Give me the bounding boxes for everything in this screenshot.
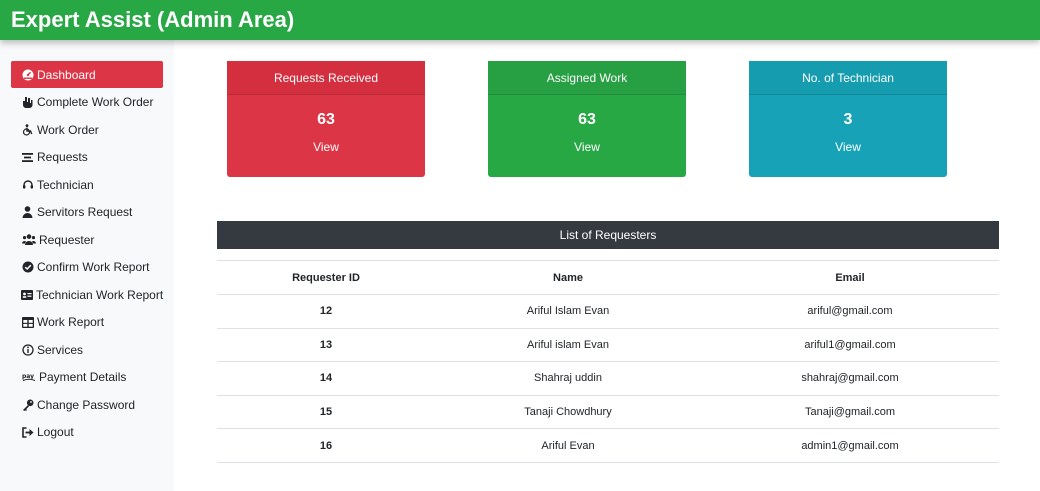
requester-email-cell: ariful1@gmail.com bbox=[701, 328, 999, 363]
requests-received-card: Requests Received 63 View bbox=[227, 61, 425, 177]
sidebar-item-label: Servitors Request bbox=[37, 205, 133, 219]
sidebar-item-work-report[interactable]: Work Report bbox=[11, 309, 163, 336]
requester-name-cell: Ariful islam Evan bbox=[435, 328, 701, 363]
sidebar-item-label: Technician Work Report bbox=[36, 287, 164, 302]
sidebar-item-services[interactable]: Services bbox=[11, 336, 163, 363]
brand-title[interactable]: Expert Assist (Admin Area) bbox=[11, 6, 294, 34]
sidebar-item-label: Logout bbox=[37, 425, 74, 439]
sidebar-item-label: Payment Details bbox=[39, 370, 127, 384]
requester-id-cell: 16 bbox=[217, 428, 435, 463]
requester-email-cell: admin1@gmail.com bbox=[701, 428, 999, 463]
assigned-work-card: Assigned Work 63 View bbox=[488, 61, 686, 177]
requester-email-cell: Tanaji@gmail.com bbox=[701, 395, 999, 430]
sidebar-item-logout[interactable]: Logout bbox=[11, 419, 163, 446]
sidebar-item-label: Technician bbox=[37, 177, 94, 192]
info-circle-icon bbox=[21, 343, 34, 356]
table-header-row: Requester ID Name Email bbox=[217, 260, 999, 295]
sidebar-item-complete-work-order[interactable]: Complete Work Order bbox=[11, 89, 163, 116]
sidebar-item-label: Change Password bbox=[37, 397, 136, 412]
sidebar-item-change-password[interactable]: Change Password bbox=[11, 391, 163, 418]
sidebar-item-label: Complete Work Order bbox=[37, 95, 154, 109]
card-view-link[interactable]: View bbox=[749, 139, 947, 155]
column-header: Email bbox=[701, 260, 999, 295]
sidebar-item-technician[interactable]: Technician bbox=[11, 171, 163, 198]
key-icon bbox=[21, 398, 34, 411]
sidebar-item-label: Dashboard bbox=[37, 67, 96, 82]
card-count: 3 bbox=[843, 111, 853, 128]
hand-icon bbox=[21, 96, 34, 109]
requesters-table: Requester ID Name Email 12 Ariful Islam … bbox=[217, 260, 999, 463]
sidebar-item-label: Work Order bbox=[37, 122, 99, 137]
list-icon bbox=[21, 151, 34, 164]
requester-email-cell: shahraj@gmail.com bbox=[701, 361, 999, 396]
sidebar-item-work-order[interactable]: Work Order bbox=[11, 116, 163, 143]
check-circle-icon bbox=[21, 261, 34, 274]
table-row: 15 Tanaji Chowdhury Tanaji@gmail.com bbox=[217, 395, 999, 430]
sidebar-item-requester[interactable]: Requester bbox=[11, 226, 163, 253]
dashboard-icon bbox=[21, 68, 34, 81]
requesters-table-title: List of Requesters bbox=[217, 221, 999, 249]
sidebar-item-label: Work Report bbox=[37, 315, 105, 329]
card-count: 63 bbox=[317, 111, 335, 128]
table-row: 13 Ariful islam Evan ariful1@gmail.com bbox=[217, 328, 999, 363]
card-title: Requests Received bbox=[227, 61, 425, 95]
sidebar-item-label: Services bbox=[37, 342, 84, 357]
users-icon bbox=[21, 233, 36, 246]
sidebar-item-technician-work-report[interactable]: Technician Work Report bbox=[11, 281, 163, 308]
technician-count-card: No. of Technician 3 View bbox=[749, 61, 947, 177]
sidebar-item-dashboard[interactable]: Dashboard bbox=[11, 61, 163, 88]
card-title: No. of Technician bbox=[749, 61, 947, 95]
card-view-link[interactable]: View bbox=[488, 139, 686, 155]
sidebar-item-label: Requester bbox=[39, 232, 95, 247]
table-icon bbox=[21, 316, 34, 329]
card-count: 63 bbox=[578, 111, 596, 128]
table-row: 14 Shahraj uddin shahraj@gmail.com bbox=[217, 361, 999, 396]
requester-name-cell: Ariful Islam Evan bbox=[435, 294, 701, 329]
column-header: Requester ID bbox=[217, 260, 435, 295]
requester-name-cell: Shahraj uddin bbox=[435, 361, 701, 396]
requester-id-cell: 12 bbox=[217, 294, 435, 329]
card-title: Assigned Work bbox=[488, 61, 686, 95]
payment-icon: pay bbox=[21, 371, 36, 384]
sign-out-icon bbox=[21, 426, 34, 439]
sidebar-item-confirm-work-report[interactable]: Confirm Work Report bbox=[11, 254, 163, 281]
headset-icon bbox=[21, 178, 34, 191]
requester-id-cell: 14 bbox=[217, 361, 435, 396]
table-row: 12 Ariful Islam Evan ariful@gmail.com bbox=[217, 294, 999, 329]
sidebar-item-requests[interactable]: Requests bbox=[11, 144, 163, 171]
sidebar-item-label: Requests bbox=[37, 150, 88, 164]
requester-name-cell: Tanaji Chowdhury bbox=[435, 395, 701, 430]
sidebar-item-payment-details[interactable]: pay Payment Details bbox=[11, 364, 163, 391]
id-card-icon bbox=[21, 288, 33, 301]
top-navbar: Expert Assist (Admin Area) bbox=[0, 0, 1040, 40]
column-header: Name bbox=[435, 260, 701, 295]
requester-id-cell: 13 bbox=[217, 328, 435, 363]
requester-id-cell: 15 bbox=[217, 395, 435, 430]
sidebar-item-label: Confirm Work Report bbox=[37, 260, 150, 274]
wheelchair-icon bbox=[21, 123, 34, 136]
requester-email-cell: ariful@gmail.com bbox=[701, 294, 999, 329]
user-icon bbox=[21, 206, 34, 219]
sidebar-item-servitors-request[interactable]: Servitors Request bbox=[11, 199, 163, 226]
sidebar: Dashboard Complete Work Order Work Order… bbox=[0, 40, 174, 491]
table-row: 16 Ariful Evan admin1@gmail.com bbox=[217, 428, 999, 463]
requester-name-cell: Ariful Evan bbox=[435, 428, 701, 463]
card-view-link[interactable]: View bbox=[227, 139, 425, 155]
